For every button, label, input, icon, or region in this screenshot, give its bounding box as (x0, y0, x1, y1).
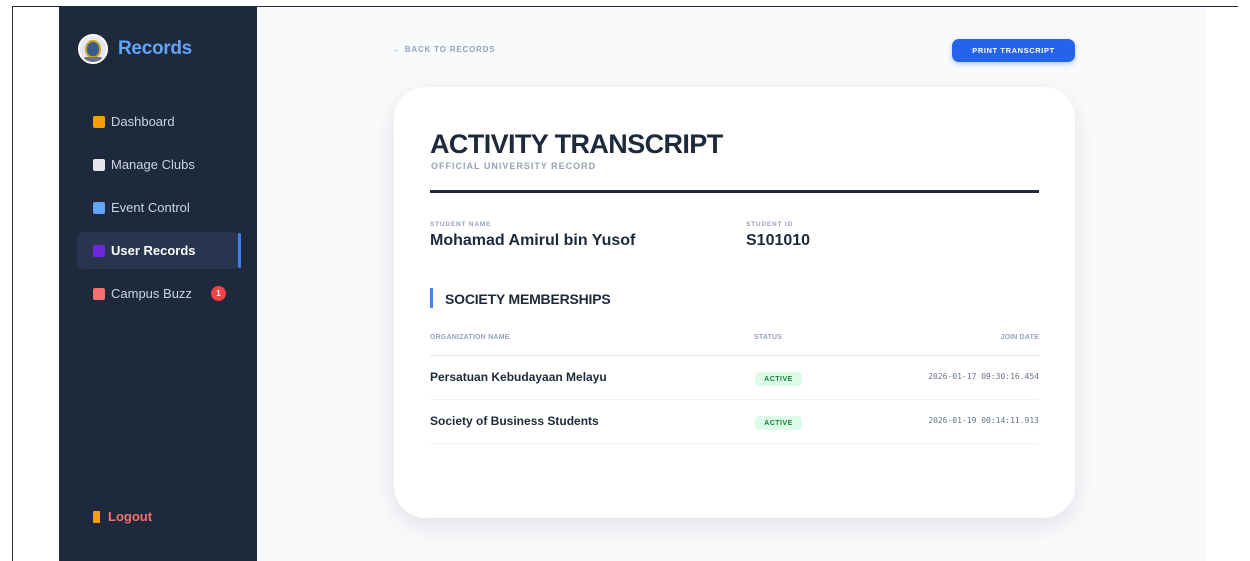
sidebar-item-dashboard[interactable]: Dashboard (77, 103, 239, 140)
sidebar: Records Dashboard Manage Clubs Event Con… (59, 7, 257, 561)
title-divider (430, 190, 1039, 193)
sidebar-item-user-records[interactable]: User Records (77, 232, 241, 269)
sidebar-item-label: Dashboard (111, 114, 175, 129)
sidebar-item-label: User Records (111, 243, 196, 258)
door-icon (93, 510, 100, 523)
student-id: S101010 (746, 232, 811, 249)
status-badge: ACTIVE (755, 372, 802, 386)
student-id-label: STUDENT ID (746, 221, 793, 228)
section-title: SOCIETY MEMBERSHIPS (445, 291, 611, 307)
brand-title: Records (118, 38, 192, 59)
section-accent-bar (430, 288, 433, 308)
back-to-records-link[interactable]: ← BACK TO RECORDS (393, 45, 495, 54)
page-subtitle: OFFICIAL UNIVERSITY RECORD (431, 161, 597, 171)
column-header-status: STATUS (754, 334, 783, 341)
sidebar-item-manage-clubs[interactable]: Manage Clubs (77, 146, 239, 183)
column-header-join-date: JOIN DATE (1000, 334, 1039, 341)
brand[interactable]: Records (78, 34, 192, 64)
table-row: Persatuan Kebudayaan Melayu ACTIVE 2026-… (430, 356, 1039, 400)
page-title: ACTIVITY TRANSCRIPT (430, 129, 723, 159)
join-date: 2026-01-19 00:14:11.913 (928, 416, 1039, 425)
main-content: ← BACK TO RECORDS PRINT TRANSCRIPT ACTIV… (257, 7, 1206, 561)
sidebar-item-label: Manage Clubs (111, 157, 195, 172)
sidebar-item-campus-buzz[interactable]: Campus Buzz 1 (77, 275, 239, 312)
notification-badge: 1 (211, 286, 226, 301)
organization-name: Persatuan Kebudayaan Melayu (430, 370, 607, 384)
people-icon (93, 244, 105, 257)
sidebar-nav: Dashboard Manage Clubs Event Control Use… (77, 103, 241, 318)
logout-button[interactable]: Logout (93, 509, 152, 524)
house-icon (93, 115, 105, 128)
join-date: 2026-01-17 09:30:16.454 (928, 372, 1039, 381)
organization-name: Society of Business Students (430, 414, 599, 428)
megaphone-icon (93, 287, 105, 300)
status-badge: ACTIVE (755, 416, 802, 430)
transcript-card: ACTIVITY TRANSCRIPT OFFICIAL UNIVERSITY … (394, 87, 1075, 518)
student-name: Mohamad Amirul bin Yusof (430, 232, 636, 249)
calendar-icon (93, 201, 105, 214)
sidebar-item-label: Campus Buzz (111, 286, 192, 301)
student-name-label: STUDENT NAME (430, 221, 492, 228)
app-window: Records Dashboard Manage Clubs Event Con… (0, 0, 1250, 561)
university-crest-logo (78, 34, 108, 64)
window-border-top-right (1206, 6, 1238, 7)
sidebar-item-label: Event Control (111, 200, 190, 215)
sidebar-item-event-control[interactable]: Event Control (77, 189, 239, 226)
window-border-left (12, 6, 13, 561)
column-header-organization: ORGANIZATION NAME (430, 334, 510, 341)
logout-label: Logout (108, 509, 153, 524)
print-transcript-button[interactable]: PRINT TRANSCRIPT (952, 39, 1075, 62)
bank-icon (93, 158, 105, 171)
table-row: Society of Business Students ACTIVE 2026… (430, 400, 1039, 444)
